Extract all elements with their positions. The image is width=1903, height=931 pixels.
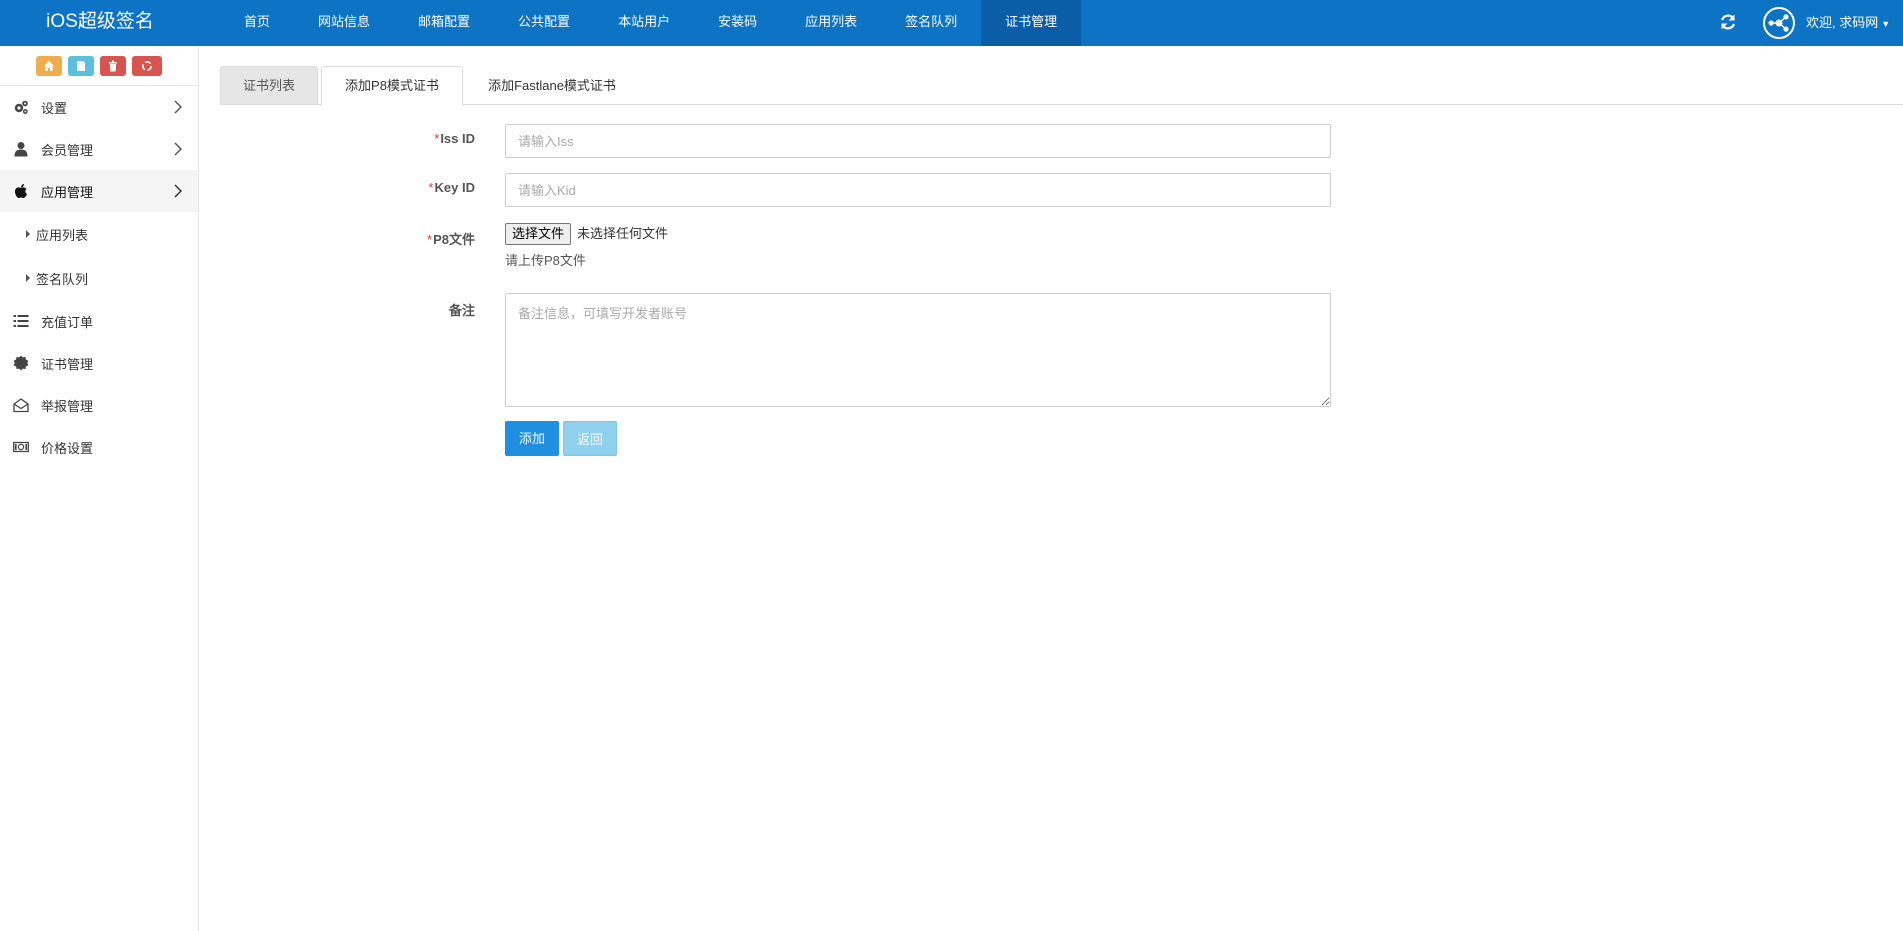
sidebar-item-cert-management[interactable]: 证书管理 (0, 342, 198, 384)
home-shortcut-button[interactable] (36, 55, 62, 76)
list-icon (12, 312, 30, 330)
trash-icon (109, 60, 117, 71)
sidebar-subitem-app-list[interactable]: 应用列表 (0, 212, 198, 256)
shortcut-bar (0, 46, 198, 86)
key-id-input[interactable] (505, 173, 1331, 207)
add-button[interactable]: 添加 (505, 421, 559, 456)
iss-id-label: *Iss ID (434, 131, 475, 146)
remark-label: 备注 (448, 303, 475, 318)
choose-file-button[interactable]: 选择文件 (505, 223, 572, 245)
welcome-text: 欢迎, 求码网 (1806, 15, 1879, 30)
tab-add-fastlane-cert[interactable]: 添加Fastlane模式证书 (467, 66, 637, 105)
nav-item-cert-management[interactable]: 证书管理 (981, 0, 1082, 46)
nav-item-sign-queue[interactable]: 签名队列 (881, 0, 981, 46)
iss-id-input[interactable] (505, 124, 1331, 158)
sidebar-item-reports[interactable]: 举报管理 (0, 384, 198, 426)
sidebar: 设置 会员管理 应用管理 应用列表 签名队列 充值订单 证书管理 举报管理 价格… (0, 46, 199, 931)
sidebar-item-label: 证书管理 (41, 356, 94, 372)
required-mark: * (434, 131, 440, 146)
remark-textarea[interactable] (505, 293, 1331, 407)
required-mark: * (428, 180, 434, 195)
chevron-right-icon (174, 100, 182, 114)
nav-item-home[interactable]: 首页 (220, 0, 294, 46)
file-shortcut-button[interactable] (68, 55, 94, 76)
p8-file-label: *P8文件 (427, 232, 475, 247)
top-nav: 首页 网站信息 邮箱配置 公共配置 本站用户 安装码 应用列表 签名队列 证书管… (220, 0, 1082, 46)
p8-help-text: 请上传P8文件 (505, 253, 586, 268)
tab-bar: 证书列表 添加P8模式证书 添加Fastlane模式证书 (220, 66, 1903, 106)
brand-title[interactable]: iOS超级签名 (0, 0, 200, 46)
recycle-shortcut-button[interactable] (132, 55, 162, 76)
sidebar-item-label: 会员管理 (41, 142, 94, 158)
user-icon (12, 140, 30, 158)
required-mark: * (427, 232, 433, 247)
chevron-right-icon (174, 184, 182, 198)
sidebar-item-recharge-orders[interactable]: 充值订单 (0, 300, 198, 342)
file-status-text: 未选择任何文件 (577, 226, 669, 241)
nav-item-app-list[interactable]: 应用列表 (781, 0, 881, 46)
top-bar: iOS超级签名 首页 网站信息 邮箱配置 公共配置 本站用户 安装码 应用列表 … (0, 0, 1903, 46)
refresh-icon[interactable] (1718, 12, 1738, 32)
sidebar-item-members[interactable]: 会员管理 (0, 128, 198, 170)
key-id-label: *Key ID (428, 180, 475, 195)
chevron-right-icon (174, 142, 182, 156)
file-icon (77, 60, 85, 71)
certificate-icon (12, 354, 30, 372)
sidebar-item-app-management[interactable]: 应用管理 (0, 170, 198, 212)
apple-icon (12, 182, 30, 200)
sidebar-item-price-settings[interactable]: 价格设置 (0, 426, 198, 468)
sidebar-item-label: 充值订单 (41, 314, 94, 330)
envelope-open-icon (12, 396, 30, 414)
sidebar-item-label: 应用列表 (36, 227, 89, 243)
caret-right-icon (26, 274, 30, 282)
money-icon (12, 438, 30, 456)
tab-cert-list[interactable]: 证书列表 (220, 66, 318, 105)
trash-shortcut-button[interactable] (100, 55, 126, 76)
caret-right-icon (26, 230, 30, 238)
sidebar-item-label: 签名队列 (36, 271, 89, 287)
nav-item-public-config[interactable]: 公共配置 (494, 0, 594, 46)
back-button[interactable]: 返回 (563, 421, 617, 456)
nav-item-site-info[interactable]: 网站信息 (294, 0, 394, 46)
user-menu[interactable]: 欢迎, 求码网 ▼ (1806, 0, 1890, 46)
recycle-icon (142, 60, 152, 71)
nav-item-mail-config[interactable]: 邮箱配置 (394, 0, 494, 46)
home-icon (44, 60, 54, 71)
sidebar-item-settings[interactable]: 设置 (0, 86, 198, 128)
tab-add-p8-cert[interactable]: 添加P8模式证书 (321, 66, 463, 106)
nav-item-site-users[interactable]: 本站用户 (594, 0, 694, 46)
sidebar-item-label: 应用管理 (41, 184, 94, 200)
sidebar-item-label: 举报管理 (41, 398, 94, 414)
nav-item-install-code[interactable]: 安装码 (694, 0, 781, 46)
sidebar-subitem-sign-queue[interactable]: 签名队列 (0, 256, 198, 300)
gears-icon (12, 98, 30, 116)
sidebar-item-label: 价格设置 (41, 440, 94, 456)
caret-down-icon: ▼ (1881, 18, 1891, 29)
sidebar-item-label: 设置 (41, 100, 68, 116)
avatar-icon[interactable] (1763, 7, 1795, 39)
